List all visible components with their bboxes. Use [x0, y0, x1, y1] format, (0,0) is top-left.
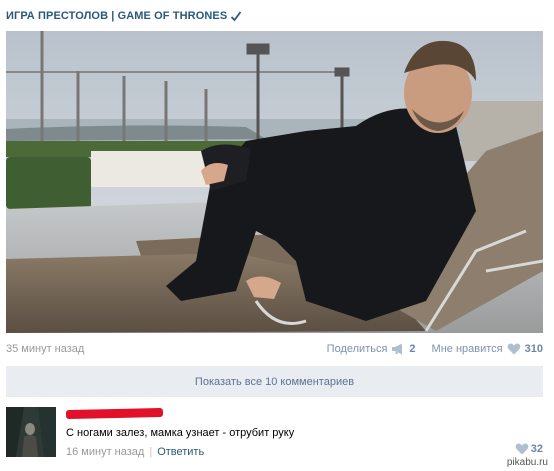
post-header: ИГРА ПРЕСТОЛОВ | GAME OF THRONES [6, 8, 242, 24]
post-actions: Поделиться 2 Мне нравится 310 [327, 343, 543, 355]
share-count: 2 [409, 343, 416, 355]
comment-like-button[interactable]: 32 [515, 443, 543, 455]
heart-icon[interactable] [507, 343, 521, 355]
redacted-author-name [65, 407, 164, 420]
comment-footer: 16 минут назад | Ответить [66, 446, 204, 458]
post-time[interactable]: 35 минут назад [6, 343, 84, 355]
reply-button[interactable]: Ответить [157, 446, 204, 458]
checkmark-icon [231, 11, 242, 22]
comment-text: С ногами залез, мамка узнает - отрубит р… [66, 427, 295, 439]
avatar[interactable] [6, 407, 56, 457]
megaphone-icon[interactable] [391, 343, 405, 355]
post-meta: 35 минут назад Поделиться 2 Мне нравится… [6, 343, 543, 357]
like-count: 310 [524, 343, 543, 355]
post-photo[interactable] [6, 31, 543, 333]
like-button[interactable]: Мне нравится [432, 343, 503, 355]
watermark: pikabu.ru [506, 457, 548, 468]
group-title-link[interactable]: ИГРА ПРЕСТОЛОВ | GAME OF THRONES [6, 10, 227, 22]
heart-icon [515, 443, 529, 455]
comment-time[interactable]: 16 минут назад [66, 446, 144, 458]
comment-like-count: 32 [530, 443, 543, 455]
share-button[interactable]: Поделиться [327, 343, 388, 355]
show-all-comments-button[interactable]: Показать все 10 комментариев [6, 366, 543, 397]
separator: | [149, 446, 153, 458]
comment-item: С ногами залез, мамка узнает - отрубит р… [6, 405, 543, 465]
